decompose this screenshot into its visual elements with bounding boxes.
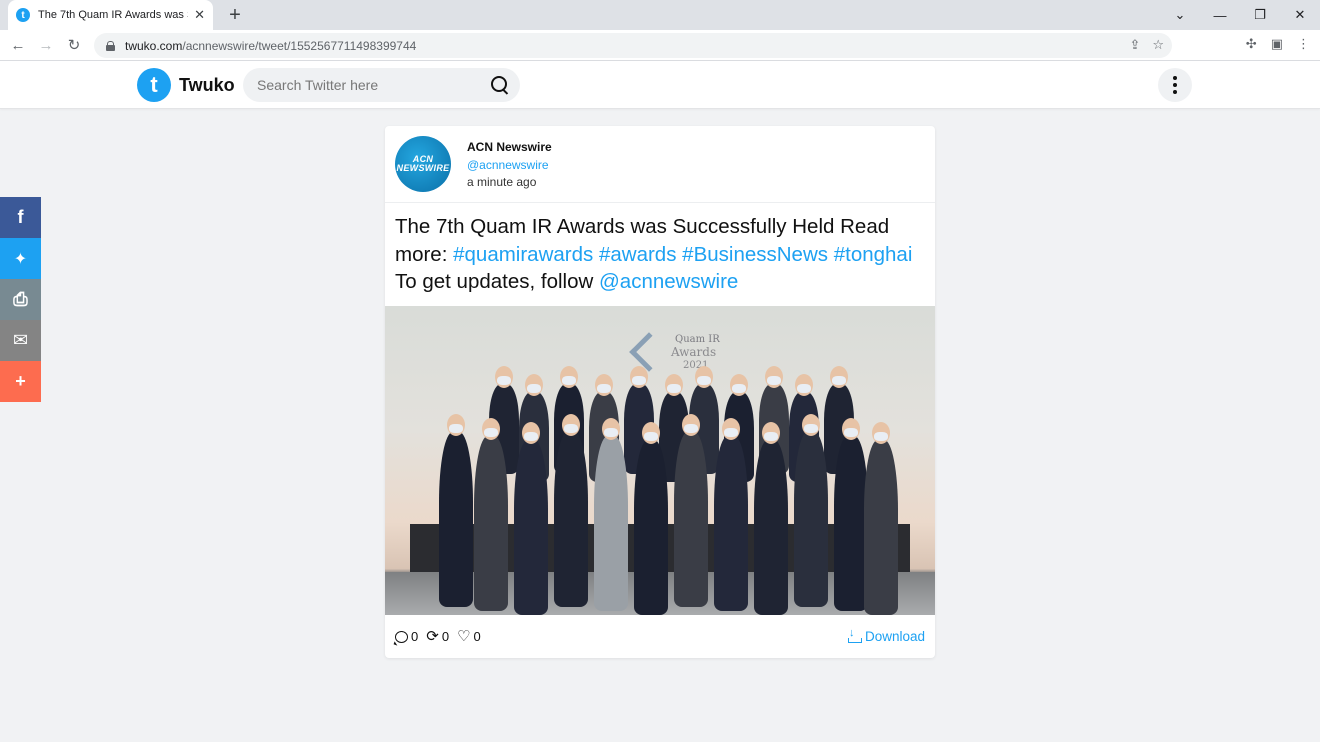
tweet-header: ACN NEWSWIRE ACN Newswire @acnnewswire a… [385,126,935,203]
tab-close-icon[interactable]: ✕ [194,7,205,23]
print-icon: ⎙ [13,289,28,309]
browser-menu-icon[interactable]: ⋮ [1297,36,1310,52]
search-input[interactable] [257,77,477,93]
plus-icon: + [15,371,26,391]
search-box [243,68,520,102]
photo-person [594,436,628,611]
tab-search-icon[interactable]: ⌄ [1160,0,1200,30]
photo-person [634,440,668,615]
back-icon[interactable]: ← [8,35,28,55]
twitter-share-button[interactable]: ✦ [0,238,41,279]
tweet-actions: 0 ⟳ 0 ♡ 0 [395,629,481,644]
more-share-button[interactable]: + [0,361,41,402]
share-icon[interactable]: ⇪ [1129,37,1140,53]
browser-toolbar: ← → ↻ twuko.com/acnnewswire/tweet/155256… [0,30,1320,61]
tweet-time: a minute ago [467,175,537,189]
kebab-dot-icon [1173,76,1177,80]
hashtag-link[interactable]: #quamirawards [453,243,593,266]
download-button[interactable]: Download [847,627,925,644]
download-icon [847,627,862,643]
download-label: Download [864,629,925,644]
facebook-icon: f [17,207,24,227]
new-tab-button[interactable]: + [224,4,246,26]
restore-icon[interactable]: ❐ [1240,0,1280,30]
extensions-icon[interactable]: ✣ [1246,36,1257,52]
site-header: t Twuko [0,61,1320,109]
tweet-card: ACN NEWSWIRE ACN Newswire @acnnewswire a… [385,126,935,658]
tab-title: The 7th Quam IR Awards was Suc [38,9,188,21]
hashtag-link[interactable]: #tonghai [834,243,913,266]
author-name[interactable]: ACN Newswire [467,140,552,154]
brand-link[interactable]: t Twuko [137,68,235,102]
brand-name: Twuko [179,74,235,95]
hashtag-link[interactable]: #awards [599,243,677,266]
hashtag-link[interactable]: #BusinessNews [682,243,828,266]
tweet-photo[interactable]: Quam IR Awards 2021 [385,306,935,615]
reply-count: 0 [411,629,419,644]
favicon-icon: t [16,8,30,22]
heart-icon: ♡ [457,627,471,645]
photo-person [554,432,588,607]
address-bar[interactable]: twuko.com/acnnewswire/tweet/155256771149… [94,33,1172,58]
email-icon: ✉ [12,330,29,350]
share-bar: f ✦ ⎙ ✉ + [0,197,41,402]
browser-tab-active[interactable]: t The 7th Quam IR Awards was Suc ✕ [8,0,213,30]
like-count: 0 [473,629,481,644]
reply-icon [395,630,408,643]
more-options-button[interactable] [1158,68,1192,102]
browser-tabbar: t The 7th Quam IR Awards was Suc ✕ + ⌄ —… [0,0,1320,30]
print-button[interactable]: ⎙ [0,279,41,320]
photo-group [419,366,898,615]
retweet-count: 0 [441,629,450,644]
photo-person [754,440,788,615]
photo-person [514,440,548,615]
tweet-text: The 7th Quam IR Awards was Successfully … [395,215,913,293]
photo-person [439,432,473,607]
forward-icon[interactable]: → [36,35,56,55]
twuko-logo-icon: t [137,68,171,102]
mention-link[interactable]: @acnnewswire [599,270,738,293]
photo-person [834,436,868,611]
window-controls: ⌄ — ❐ ✕ [1160,0,1320,30]
reply-button[interactable]: 0 [395,629,418,644]
photo-person [864,440,898,615]
photo-person [674,432,708,607]
email-share-button[interactable]: ✉ [0,320,41,361]
reload-icon[interactable]: ↻ [64,35,84,55]
star-icon[interactable]: ☆ [1152,37,1164,53]
like-button[interactable]: ♡ 0 [457,627,481,645]
twitter-icon: ✦ [13,250,28,268]
lock-icon[interactable] [106,40,115,51]
photo-person [474,436,508,611]
photo-person [714,436,748,611]
sidepanel-icon[interactable]: ▣ [1271,36,1283,52]
search-icon[interactable] [490,75,510,95]
avatar[interactable]: ACN NEWSWIRE [395,136,451,192]
author-handle[interactable]: @acnnewswire [467,158,549,172]
retweet-icon: ⟳ [426,627,439,645]
window-close-icon[interactable]: ✕ [1280,0,1320,30]
minimize-icon[interactable]: — [1200,0,1240,30]
retweet-button[interactable]: ⟳ 0 [426,627,450,645]
facebook-share-button[interactable]: f [0,197,41,238]
photo-person [794,432,828,607]
url-text: twuko.com/acnnewswire/tweet/155256771149… [125,38,417,53]
